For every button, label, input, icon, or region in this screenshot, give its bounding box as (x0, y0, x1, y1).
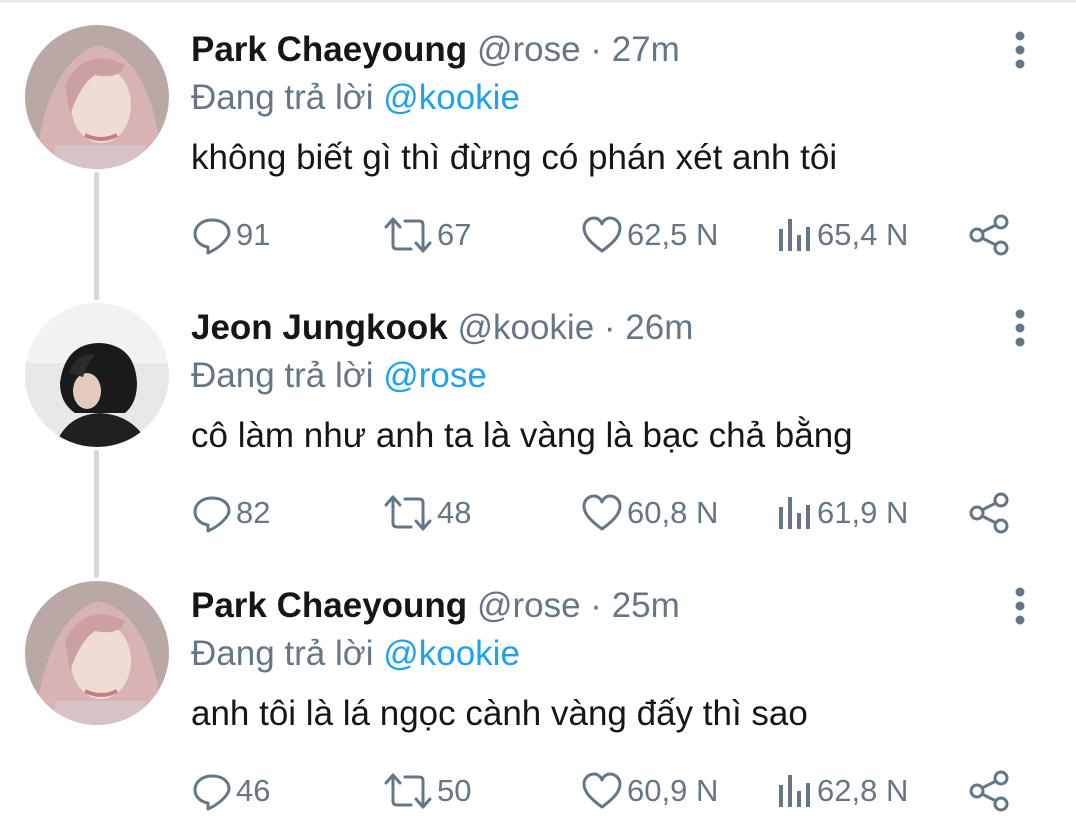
retweet-count: 48 (437, 495, 472, 530)
tweet-text: anh tôi là lá ngọc cành vàng đấy thì sao (191, 694, 808, 733)
retweet-button[interactable]: 67 (383, 210, 471, 260)
tweet-header: Jeon Jungkook @kookie · 26m (191, 306, 693, 350)
more-vertical-icon (1015, 309, 1025, 347)
heart-icon (582, 494, 622, 531)
reply-button[interactable]: 82 (192, 488, 270, 538)
like-count: 60,9 N (627, 773, 719, 808)
avatar[interactable] (25, 303, 169, 447)
username[interactable]: @rose (477, 586, 581, 625)
like-button[interactable]: 62,5 N (581, 210, 718, 260)
replying-to-label: Đang trả lời (191, 78, 374, 117)
heart-icon (582, 216, 622, 253)
tweet-actions: 82 48 60,8 N 61,9 N (0, 488, 1076, 538)
views-icon (779, 219, 810, 251)
views-button[interactable]: 61,9 N (777, 488, 908, 538)
more-vertical-icon (1015, 31, 1025, 69)
retweet-count: 50 (437, 773, 472, 808)
avatar[interactable] (25, 25, 169, 169)
display-name[interactable]: Park Chaeyoung (191, 586, 467, 625)
share-button[interactable] (968, 488, 1010, 538)
reply-count: 82 (236, 495, 271, 530)
share-button[interactable] (968, 210, 1010, 260)
like-button[interactable]: 60,9 N (581, 766, 718, 816)
heart-icon (582, 772, 622, 809)
share-icon (969, 214, 1009, 256)
more-options-button[interactable] (1008, 308, 1032, 348)
tweet-header: Park Chaeyoung @rose · 27m (191, 28, 680, 72)
like-count: 62,5 N (627, 217, 719, 252)
tweet-text: không biết gì thì đừng có phán xét anh t… (191, 138, 838, 177)
tweet[interactable]: Park Chaeyoung @rose · 25m Đang trả lời … (0, 556, 1076, 834)
timestamp[interactable]: 25m (612, 586, 680, 625)
username[interactable]: @kookie (457, 308, 594, 347)
view-count: 65,4 N (817, 217, 909, 252)
view-count: 61,9 N (817, 495, 909, 530)
mention-link[interactable]: @kookie (383, 634, 520, 673)
reply-icon (193, 218, 231, 255)
replying-to: Đang trả lời @kookie (191, 632, 520, 676)
reply-icon (193, 774, 231, 811)
separator: · (603, 308, 616, 347)
tweet-header: Park Chaeyoung @rose · 25m (191, 584, 680, 628)
views-icon (779, 497, 810, 529)
tweet[interactable]: Jeon Jungkook @kookie · 26m Đang trả lời… (0, 278, 1076, 556)
timestamp[interactable]: 26m (625, 308, 693, 347)
retweet-icon (384, 495, 432, 531)
views-button[interactable]: 65,4 N (777, 210, 908, 260)
tweet-text: cô làm như anh ta là vàng là bạc chả bằn… (191, 416, 853, 455)
like-count: 60,8 N (627, 495, 719, 530)
tweet-actions: 46 50 60,9 N 62,8 N (0, 766, 1076, 816)
replying-to-label: Đang trả lời (191, 634, 374, 673)
display-name[interactable]: Park Chaeyoung (191, 30, 467, 69)
retweet-button[interactable]: 48 (383, 488, 471, 538)
timestamp[interactable]: 27m (612, 30, 680, 69)
retweet-count: 67 (437, 217, 472, 252)
avatar[interactable] (25, 581, 169, 725)
retweet-icon (384, 217, 432, 253)
display-name[interactable]: Jeon Jungkook (191, 308, 448, 347)
reply-count: 91 (236, 217, 271, 252)
separator: · (590, 30, 602, 69)
tweet-actions: 91 67 62,5 N 65,4 N (0, 210, 1076, 260)
share-icon (969, 770, 1009, 812)
more-options-button[interactable] (1008, 30, 1032, 70)
views-icon (779, 775, 810, 807)
reply-count: 46 (236, 773, 271, 808)
view-count: 62,8 N (817, 773, 909, 808)
like-button[interactable]: 60,8 N (581, 488, 718, 538)
username[interactable]: @rose (477, 30, 581, 69)
reply-button[interactable]: 91 (192, 210, 270, 260)
mention-link[interactable]: @rose (383, 356, 487, 395)
share-icon (969, 492, 1009, 534)
separator: · (590, 586, 602, 625)
retweet-button[interactable]: 50 (383, 766, 471, 816)
replying-to-label: Đang trả lời (191, 356, 374, 395)
share-button[interactable] (968, 766, 1010, 816)
mention-link[interactable]: @kookie (383, 78, 520, 117)
more-options-button[interactable] (1008, 586, 1032, 626)
retweet-icon (384, 773, 432, 809)
replying-to: Đang trả lời @kookie (191, 76, 520, 120)
replying-to: Đang trả lời @rose (191, 354, 487, 398)
reply-icon (193, 496, 231, 533)
reply-button[interactable]: 46 (192, 766, 270, 816)
more-vertical-icon (1015, 587, 1025, 625)
tweet[interactable]: Park Chaeyoung @rose · 27m Đang trả lời … (0, 0, 1076, 278)
views-button[interactable]: 62,8 N (777, 766, 908, 816)
